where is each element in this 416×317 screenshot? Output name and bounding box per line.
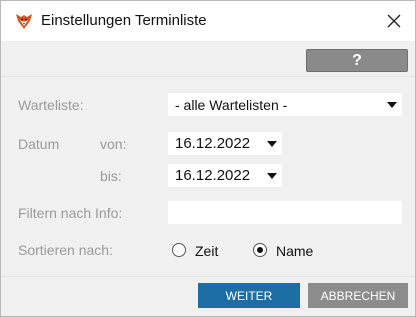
warteliste-select-value: - alle Wartelisten -	[175, 97, 288, 113]
radio-selected-dot	[257, 247, 263, 253]
caret-down-icon	[387, 102, 397, 108]
datum-von-label: von:	[100, 136, 127, 152]
help-button[interactable]: ?	[306, 49, 408, 72]
datum-label: Datum	[18, 136, 60, 152]
datum-bis-picker[interactable]: 16.12.2022	[168, 164, 282, 187]
next-button-label: WEITER	[225, 288, 273, 303]
filter-input[interactable]	[168, 201, 402, 224]
settings-dialog: Einstellungen Terminliste ? Warteliste: …	[0, 0, 416, 317]
cancel-button-label: ABBRECHEN	[320, 288, 396, 303]
close-icon	[387, 14, 401, 28]
divider	[1, 76, 415, 77]
sort-radio-name[interactable]	[253, 243, 267, 257]
sort-radio-zeit-label: Zeit	[195, 243, 219, 259]
filter-label: Filtern nach Info:	[18, 205, 123, 221]
title-bar: Einstellungen Terminliste	[1, 1, 415, 41]
next-button[interactable]: WEITER	[198, 283, 300, 308]
datum-von-value: 16.12.2022	[175, 135, 251, 152]
datum-bis-label: bis:	[100, 168, 122, 184]
caret-down-icon	[267, 141, 277, 147]
footer-divider	[1, 276, 415, 277]
caret-down-icon	[267, 173, 277, 179]
warteliste-select[interactable]: - alle Wartelisten -	[168, 93, 402, 116]
fox-icon	[14, 11, 34, 31]
datum-von-picker[interactable]: 16.12.2022	[168, 132, 282, 155]
cancel-button[interactable]: ABBRECHEN	[308, 283, 408, 308]
datum-bis-value: 16.12.2022	[175, 167, 251, 184]
sort-radio-name-label: Name	[276, 243, 314, 259]
window-title: Einstellungen Terminliste	[41, 12, 207, 29]
warteliste-label: Warteliste:	[18, 97, 84, 113]
sort-label: Sortieren nach:	[18, 242, 113, 258]
dialog-body: ? Warteliste: - alle Wartelisten - Datum…	[1, 41, 415, 316]
help-button-label: ?	[352, 51, 362, 69]
close-button[interactable]	[379, 7, 409, 35]
sort-radio-zeit[interactable]	[172, 243, 186, 257]
